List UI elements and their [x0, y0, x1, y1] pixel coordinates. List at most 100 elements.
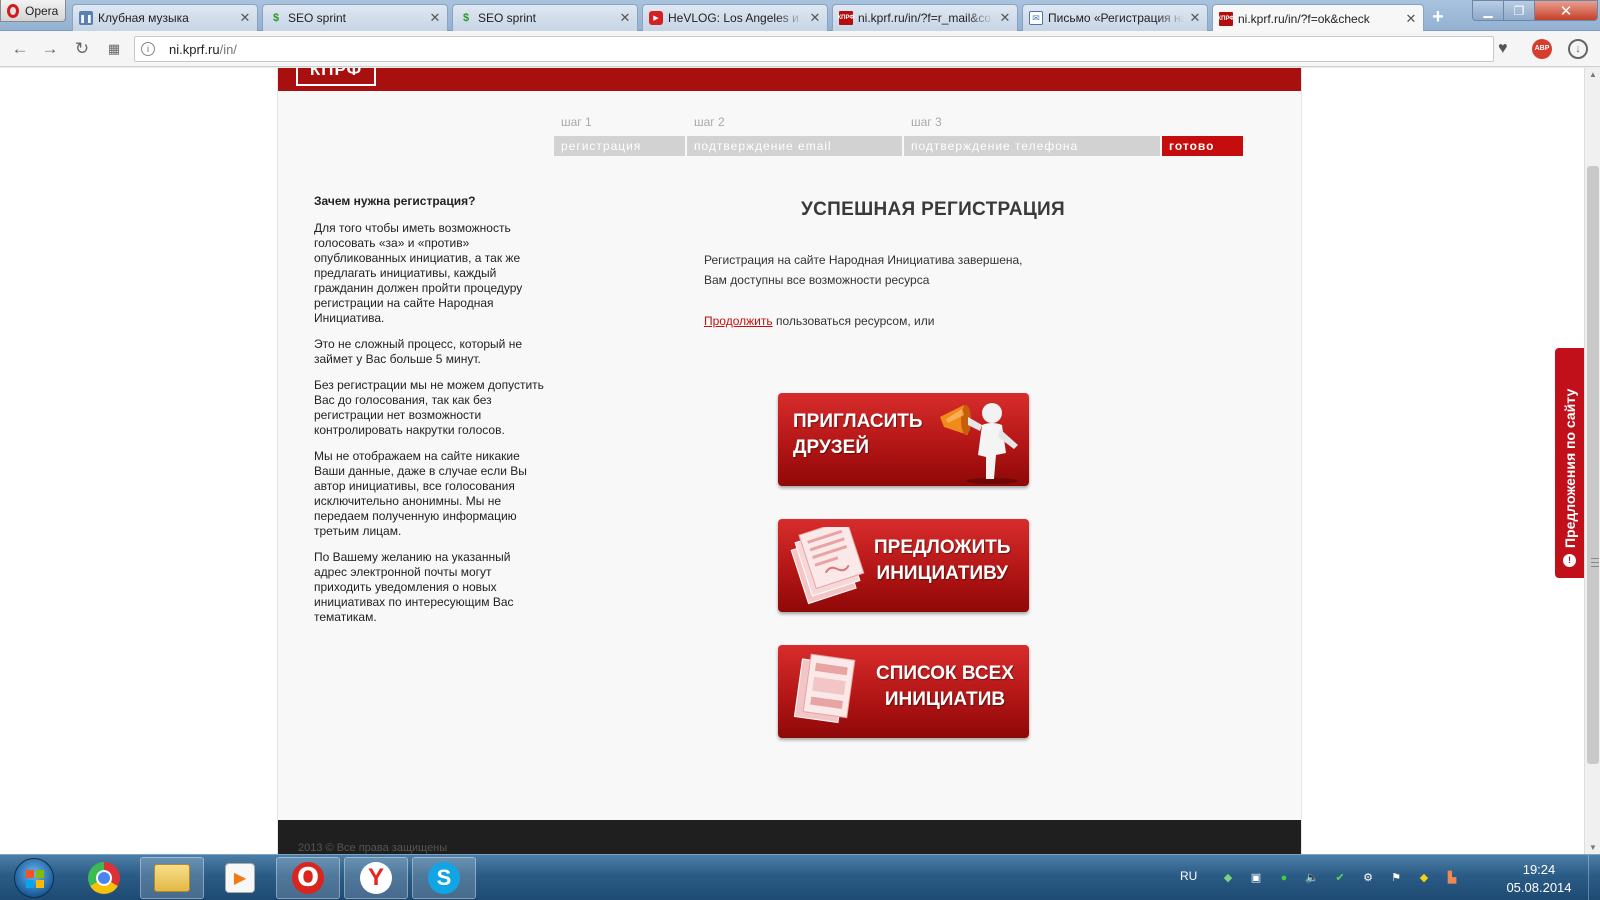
mail-icon: ✉	[1029, 11, 1043, 25]
propose-initiative-button[interactable]: ПРЕДЛОЖИТЬ ИНИЦИАТИВУ	[778, 519, 1029, 612]
system-clock[interactable]: 19:24 05.08.2014	[1494, 861, 1584, 897]
megaphone-man-icon	[940, 403, 1018, 484]
scroll-down-arrow-icon[interactable]: ▼	[1589, 843, 1597, 852]
continue-link[interactable]: Продолжить	[704, 314, 773, 328]
browser-tab-bar: Opera ❚❚ Клубная музыка ✕ $ SEO sprint ✕…	[0, 0, 1600, 32]
display-tray-icon[interactable]: ▣	[1248, 870, 1264, 886]
browser-tab[interactable]: ▶ HeVLOG: Los Angeles и Че ✕	[642, 4, 828, 31]
tab-label: Письмо «Регистрация на	[1048, 11, 1184, 25]
why-register-sidebar: Зачем нужна регистрация? Для того чтобы …	[314, 194, 544, 636]
documents-icon	[790, 527, 865, 605]
reload-icon[interactable]: ↻	[72, 39, 92, 59]
tab-label: Клубная музыка	[98, 11, 189, 25]
close-tab-icon[interactable]: ✕	[1405, 11, 1417, 27]
app-tray-icon[interactable]: ▙	[1444, 870, 1460, 886]
opera-icon: O	[292, 862, 324, 894]
button-line: ПРЕДЛОЖИТЬ	[874, 537, 1011, 558]
windows-logo-icon	[26, 870, 44, 888]
security-tray-icon[interactable]: ✔	[1332, 870, 1348, 886]
url-domain: ni.kprf.ru	[169, 42, 220, 57]
browser-tab[interactable]: ✉ Письмо «Регистрация на ✕	[1022, 4, 1208, 31]
scrollbar-thumb[interactable]	[1587, 166, 1599, 764]
step-registration: регистрация	[554, 136, 685, 156]
new-tab-button[interactable]: +	[1428, 7, 1448, 27]
download-icon[interactable]: ↓	[1568, 39, 1588, 59]
step-number: шаг 2	[694, 115, 725, 129]
steam-tray-icon[interactable]: ⚙	[1360, 870, 1376, 886]
browser-tab-active[interactable]: КПРФ ni.kprf.ru/in/?f=ok&check ✕	[1212, 4, 1424, 32]
button-line: СПИСОК ВСЕХ	[875, 663, 1014, 684]
close-window-button[interactable]: ✕	[1534, 0, 1598, 21]
language-indicator[interactable]: RU	[1180, 869, 1197, 883]
speed-dial-grid-icon[interactable]: ▦	[104, 39, 124, 59]
scroll-up-arrow-icon[interactable]: ▲	[1589, 70, 1597, 79]
back-arrow-icon[interactable]: ←	[10, 39, 30, 59]
minimize-button[interactable]: ▁	[1472, 0, 1504, 21]
tab-label: HeVLOG: Los Angeles и Че	[668, 11, 804, 25]
step-number: шаг 1	[561, 115, 592, 129]
vertical-scrollbar[interactable]: ▲ ▼	[1584, 68, 1600, 854]
tab-label: SEO sprint	[288, 11, 347, 25]
site-feedback-tab[interactable]: Предложения по сайту !	[1555, 348, 1584, 578]
taskbar-media-player[interactable]: ▶	[208, 857, 272, 899]
continue-text: пользоваться ресурсом, или	[772, 314, 935, 328]
scrollbar-grip-icon	[1591, 558, 1599, 567]
show-desktop-button[interactable]	[1588, 855, 1600, 900]
opera-menu-label: Opera	[25, 3, 59, 18]
browser-tab[interactable]: $ SEO sprint ✕	[452, 4, 638, 31]
url-text: ni.kprf.ru/in/	[169, 42, 237, 57]
windows-taskbar: ▶ O Y S RU ◆ ▣ ● 🔈 ✔ ⚙ ⚑ ◆ ▙ 19:24 05.08…	[0, 854, 1600, 900]
invite-friends-button[interactable]: ПРИГЛАСИТЬ ДРУЗЕЙ	[778, 393, 1029, 486]
success-line: Вам доступны все возможности ресурса	[704, 273, 930, 287]
close-tab-icon[interactable]: ✕	[429, 10, 441, 26]
yandex-icon: Y	[360, 862, 392, 894]
step-number: шаг 3	[911, 115, 942, 129]
green-status-tray-icon[interactable]: ●	[1276, 870, 1292, 886]
forward-arrow-icon[interactable]: →	[40, 39, 60, 59]
adblock-plus-icon[interactable]: ABP	[1532, 39, 1552, 59]
site-header: КПРФ	[278, 68, 1301, 91]
yellow-tray-icon[interactable]: ◆	[1416, 870, 1432, 886]
kprf-logo[interactable]: КПРФ	[296, 68, 376, 86]
step-email-confirmation: подтверждение email	[687, 136, 902, 156]
address-input[interactable]: i ni.kprf.ru/in/	[134, 36, 1494, 62]
opera-menu-button[interactable]: Opera	[0, 0, 66, 22]
button-line: ИНИЦИАТИВУ	[876, 563, 1008, 584]
media-player-icon: ▶	[225, 863, 255, 893]
propose-initiative-label: ПРЕДЛОЖИТЬ ИНИЦИАТИВУ	[874, 535, 1011, 587]
browser-tab[interactable]: КПРФ ni.kprf.ru/in/?f=r_mail&co ✕	[832, 4, 1018, 31]
all-initiatives-button[interactable]: СПИСОК ВСЕХ ИНИЦИАТИВ	[778, 645, 1029, 738]
site-info-icon[interactable]: i	[141, 42, 155, 56]
taskbar-chrome[interactable]	[72, 857, 136, 899]
sidebar-paragraph: По Вашему желанию на указанный адрес эле…	[314, 550, 514, 624]
browser-tab[interactable]: $ SEO sprint ✕	[262, 4, 448, 31]
seosprint-icon: $	[462, 12, 470, 24]
taskbar-opera[interactable]: O	[276, 857, 340, 899]
pause-icon: ❚❚	[79, 11, 93, 25]
maximize-button[interactable]: ❐	[1503, 0, 1535, 21]
close-tab-icon[interactable]: ✕	[999, 10, 1011, 26]
tab-label: SEO sprint	[478, 11, 537, 25]
taskbar-skype[interactable]: S	[412, 857, 476, 899]
address-toolbar: ← → ↻ ▦ i ni.kprf.ru/in/ ♥ ABP ↓	[0, 31, 1600, 67]
network-tray-icon[interactable]: ◆	[1220, 870, 1236, 886]
kprf-icon: КПРФ	[837, 11, 855, 25]
explorer-icon	[154, 864, 190, 892]
bookmark-heart-icon[interactable]: ♥	[1498, 40, 1508, 58]
step-done: готово	[1162, 136, 1243, 156]
volume-icon[interactable]: 🔈	[1304, 870, 1320, 886]
seosprint-icon: $	[272, 12, 280, 24]
url-path: /in/	[219, 42, 237, 57]
start-button[interactable]	[14, 858, 54, 898]
sidebar-paragraph: Это не сложный процесс, который не займе…	[314, 337, 523, 366]
browser-tab[interactable]: ❚❚ Клубная музыка ✕	[72, 4, 258, 31]
close-tab-icon[interactable]: ✕	[1189, 10, 1201, 26]
close-tab-icon[interactable]: ✕	[239, 10, 251, 26]
taskbar-yandex[interactable]: Y	[344, 857, 408, 899]
action-center-flag-icon[interactable]: ⚑	[1388, 870, 1404, 886]
taskbar-explorer[interactable]	[140, 857, 204, 899]
close-tab-icon[interactable]: ✕	[619, 10, 631, 26]
clock-time: 19:24	[1522, 862, 1556, 877]
close-tab-icon[interactable]: ✕	[809, 10, 821, 26]
sidebar-heading: Зачем нужна регистрация?	[314, 194, 476, 208]
